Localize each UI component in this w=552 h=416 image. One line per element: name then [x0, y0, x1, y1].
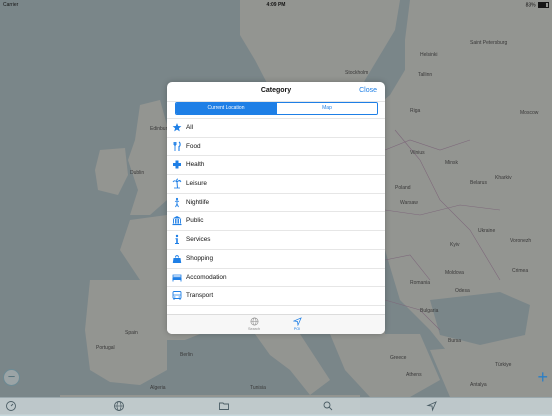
building-icon: [172, 216, 182, 226]
category-row-all[interactable]: All: [167, 118, 385, 138]
category-row-leisure[interactable]: Leisure: [167, 175, 385, 194]
info-icon: [175, 234, 179, 245]
modal-tab-bar: Search POI: [167, 314, 385, 334]
globe-icon[interactable]: [112, 400, 126, 412]
globe-icon: [250, 317, 258, 326]
bus-icon: [172, 291, 182, 301]
category-row-public[interactable]: Public: [167, 212, 385, 232]
location-arrow-icon[interactable]: [425, 400, 439, 412]
star-icon: [172, 123, 182, 132]
category-label: Public: [186, 217, 204, 225]
zoom-in-button[interactable]: +: [537, 368, 548, 386]
category-list: All Food Health Leisure Nightlife Public…: [167, 118, 385, 306]
category-row-shopping[interactable]: Shopping: [167, 250, 385, 269]
search-icon[interactable]: [321, 400, 335, 412]
tab-label: POI: [293, 327, 301, 331]
segment-map[interactable]: Map: [276, 103, 377, 114]
category-label: Transport: [186, 292, 214, 300]
category-label: All: [186, 124, 194, 131]
tab-label: Search: [247, 327, 261, 331]
tab-poi[interactable]: POI: [287, 317, 307, 331]
category-row-health[interactable]: Health: [167, 156, 385, 176]
category-row-services[interactable]: Services: [167, 231, 385, 250]
shopping-bag-icon: [172, 254, 182, 263]
fork-knife-icon: [173, 141, 181, 151]
category-label: Health: [186, 161, 205, 169]
category-row-food[interactable]: Food: [167, 138, 385, 157]
close-button[interactable]: Close: [359, 87, 377, 94]
folder-icon[interactable]: [217, 400, 231, 412]
category-row-nightlife[interactable]: Nightlife: [167, 194, 385, 213]
category-modal: Category Close Current Location Map All …: [167, 82, 385, 334]
cross-icon: [173, 160, 181, 169]
tab-search[interactable]: Search: [244, 317, 264, 331]
category-row-transport[interactable]: Transport: [167, 287, 385, 306]
speedometer-icon[interactable]: [4, 400, 18, 412]
modal-title: Category: [260, 87, 292, 94]
palm-tree-icon: [172, 178, 182, 189]
category-row-accomodation[interactable]: Accomodation: [167, 269, 385, 288]
category-label: Nightlife: [186, 198, 210, 206]
category-label: Shopping: [186, 254, 214, 262]
location-arrow-icon: [292, 317, 302, 326]
bottom-toolbar: [0, 397, 552, 415]
category-label: Services: [186, 236, 211, 244]
bed-icon: [172, 274, 182, 281]
category-label: Leisure: [186, 180, 207, 188]
modal-header: Category Close: [167, 82, 385, 102]
location-segmented-control: Current Location Map: [175, 102, 378, 115]
category-label: Food: [186, 142, 201, 150]
cocktail-icon: [174, 197, 180, 207]
segment-current-location[interactable]: Current Location: [176, 103, 276, 114]
category-label: Accomodation: [186, 273, 227, 281]
zoom-out-button[interactable]: −: [3, 369, 20, 386]
